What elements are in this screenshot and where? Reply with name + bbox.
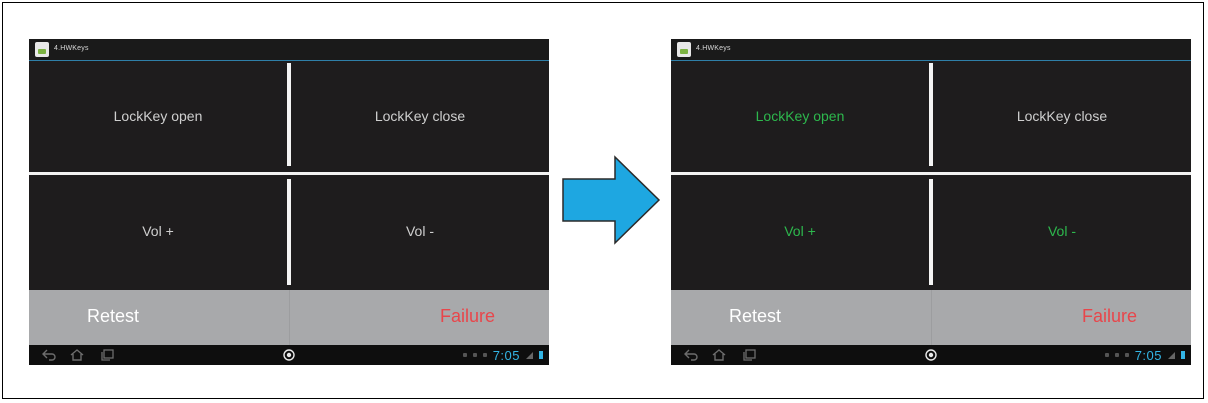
vol-down-cell[interactable]: Vol - — [291, 176, 549, 286]
failure-button[interactable]: Failure — [1082, 306, 1137, 327]
app-title: 4.HWKeys — [54, 45, 89, 52]
right-arrow-icon — [562, 155, 661, 245]
home-icon[interactable] — [711, 348, 727, 362]
failure-button[interactable]: Failure — [440, 306, 495, 327]
system-nav-bar: 7:05 — [671, 345, 1191, 365]
action-separator — [289, 290, 290, 345]
vertical-divider — [287, 63, 291, 166]
vol-up-cell[interactable]: Vol + — [29, 176, 287, 286]
lockkey-open-cell[interactable]: LockKey open — [29, 61, 287, 171]
circle-menu-icon[interactable] — [283, 349, 295, 361]
horizontal-divider — [671, 172, 1191, 175]
status-clock: 7:05 — [1134, 347, 1162, 363]
notification-icon — [1104, 353, 1109, 357]
app-icon — [677, 42, 691, 57]
status-area: 7:05 — [462, 346, 543, 364]
action-bar: Retest Failure — [671, 290, 1191, 345]
signal-icon — [1168, 351, 1175, 359]
back-icon[interactable] — [683, 348, 699, 362]
signal-icon — [526, 351, 533, 359]
title-bar: 4.HWKeys — [29, 39, 549, 61]
wifi-icon — [1124, 353, 1129, 357]
tablet-screen-before: 4.HWKeys LockKey open LockKey close Vol … — [29, 39, 549, 365]
horizontal-divider — [29, 172, 549, 175]
lockkey-close-cell[interactable]: LockKey close — [933, 61, 1191, 171]
vertical-divider — [929, 179, 933, 285]
status-clock: 7:05 — [492, 347, 520, 363]
wifi-icon — [482, 353, 487, 357]
usb-icon — [472, 353, 477, 357]
system-nav-bar: 7:05 — [29, 345, 549, 365]
status-area: 7:05 — [1104, 346, 1185, 364]
retest-button[interactable]: Retest — [87, 306, 139, 327]
vol-down-cell[interactable]: Vol - — [933, 176, 1191, 286]
app-title: 4.HWKeys — [696, 45, 731, 52]
retest-button[interactable]: Retest — [729, 306, 781, 327]
app-icon — [35, 42, 49, 57]
recent-apps-icon[interactable] — [99, 348, 115, 362]
key-grid: LockKey open LockKey close Vol + Vol - — [29, 61, 549, 290]
usb-icon — [1114, 353, 1119, 357]
home-icon[interactable] — [69, 348, 85, 362]
battery-icon — [539, 351, 543, 359]
vol-up-cell[interactable]: Vol + — [671, 176, 929, 286]
lockkey-close-cell[interactable]: LockKey close — [291, 61, 549, 171]
vertical-divider — [929, 63, 933, 166]
circle-menu-icon[interactable] — [925, 349, 937, 361]
title-bar: 4.HWKeys — [671, 39, 1191, 61]
recent-apps-icon[interactable] — [741, 348, 757, 362]
notification-icon — [462, 353, 467, 357]
key-grid: LockKey open LockKey close Vol + Vol - — [671, 61, 1191, 290]
battery-icon — [1181, 351, 1185, 359]
lockkey-open-cell[interactable]: LockKey open — [671, 61, 929, 171]
action-separator — [931, 290, 932, 345]
vertical-divider — [287, 179, 291, 285]
back-icon[interactable] — [41, 348, 57, 362]
tablet-screen-after: 4.HWKeys LockKey open LockKey close Vol … — [671, 39, 1191, 365]
action-bar: Retest Failure — [29, 290, 549, 345]
figure-frame: 4.HWKeys LockKey open LockKey close Vol … — [2, 2, 1204, 399]
